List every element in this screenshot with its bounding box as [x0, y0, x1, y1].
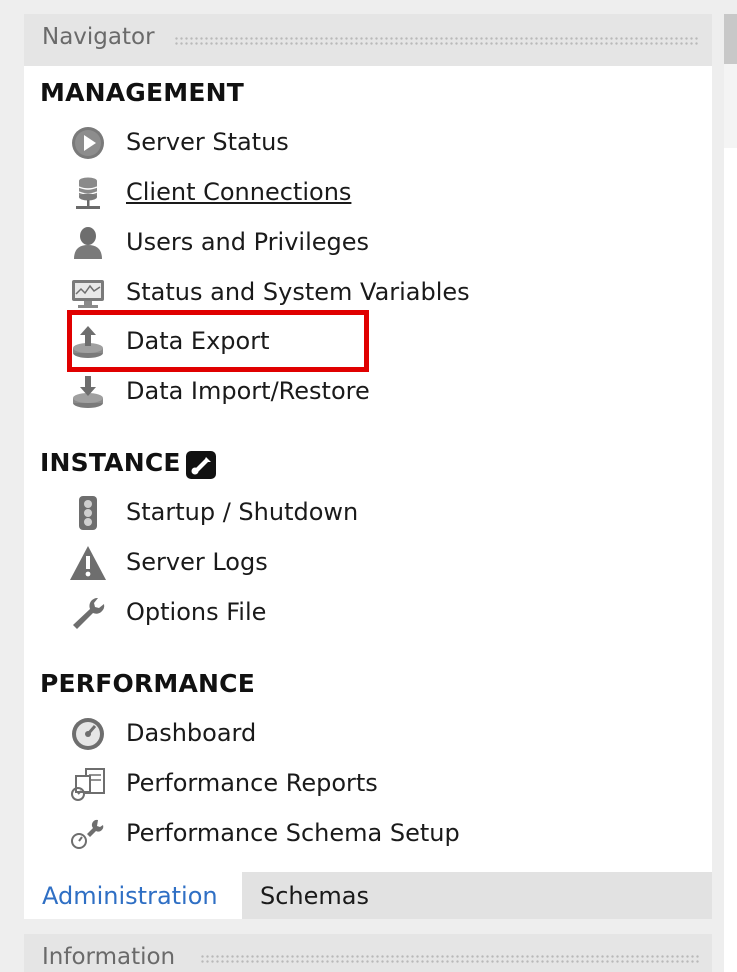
- section-title-performance: PERFORMANCE: [40, 669, 256, 698]
- information-panel: Information: [24, 934, 712, 972]
- nav-item-label: Startup / Shutdown: [126, 498, 359, 526]
- warning-triangle-icon: [70, 546, 106, 580]
- navigator-tab-bar: Administration Schemas: [24, 872, 712, 919]
- nav-item-label: Performance Schema Setup: [126, 819, 460, 847]
- nav-item-label: Performance Reports: [126, 769, 378, 797]
- nav-item-users-privileges[interactable]: Users and Privileges: [68, 222, 668, 264]
- instance-settings-icon[interactable]: [184, 450, 218, 480]
- nav-item-label: Options File: [126, 598, 267, 626]
- adjacent-panel-toolbar: [724, 64, 737, 148]
- navigator-panel: Navigator MANAGEMENT Server Status Clien…: [24, 14, 712, 919]
- adjacent-panel-edge: [724, 14, 737, 972]
- download-disk-icon: [73, 376, 103, 408]
- nav-item-server-status[interactable]: Server Status: [68, 122, 668, 164]
- nav-item-label: Server Status: [126, 128, 289, 156]
- information-title: Information: [42, 944, 176, 970]
- information-dotted-grip: [200, 954, 700, 964]
- section-title-management: MANAGEMENT: [40, 78, 245, 107]
- nav-item-label: Data Import/Restore: [126, 377, 370, 405]
- adjacent-panel-header: [724, 14, 737, 64]
- nav-item-options-file[interactable]: Options File: [68, 592, 668, 634]
- nav-item-data-import[interactable]: Data Import/Restore: [68, 371, 668, 413]
- section-title-instance: INSTANCE: [40, 448, 181, 477]
- play-circle-icon: [72, 127, 104, 159]
- database-connection-icon: [76, 177, 100, 209]
- highlight-box: [67, 310, 369, 372]
- navigator-title: Navigator: [42, 24, 155, 50]
- nav-item-server-logs[interactable]: Server Logs: [68, 542, 668, 584]
- nav-item-label: Server Logs: [126, 548, 268, 576]
- nav-item-performance-schema-setup[interactable]: Performance Schema Setup: [68, 813, 668, 855]
- tab-schemas[interactable]: Schemas: [242, 872, 712, 919]
- nav-item-label: Client Connections: [126, 178, 352, 206]
- navigator-header: Navigator: [24, 14, 712, 66]
- traffic-light-icon: [79, 496, 97, 530]
- monitor-icon: [72, 280, 104, 308]
- nav-item-performance-reports[interactable]: Performance Reports: [68, 763, 668, 805]
- adjacent-panel-body: [724, 148, 737, 972]
- user-icon: [74, 227, 102, 259]
- nav-item-label: Dashboard: [126, 719, 257, 747]
- nav-item-label: Status and System Variables: [126, 278, 470, 306]
- tab-administration[interactable]: Administration: [24, 872, 242, 919]
- wrench-icon: [73, 597, 105, 629]
- reports-icon: [71, 768, 105, 801]
- schema-setup-icon: [71, 819, 104, 849]
- gauge-icon: [72, 718, 104, 750]
- nav-item-status-variables[interactable]: Status and System Variables: [68, 272, 668, 314]
- nav-item-label: Users and Privileges: [126, 228, 370, 256]
- header-dotted-grip: [174, 36, 700, 46]
- nav-item-startup-shutdown[interactable]: Startup / Shutdown: [68, 492, 668, 534]
- nav-item-client-connections[interactable]: Client Connections: [68, 172, 668, 214]
- nav-item-dashboard[interactable]: Dashboard: [68, 713, 668, 755]
